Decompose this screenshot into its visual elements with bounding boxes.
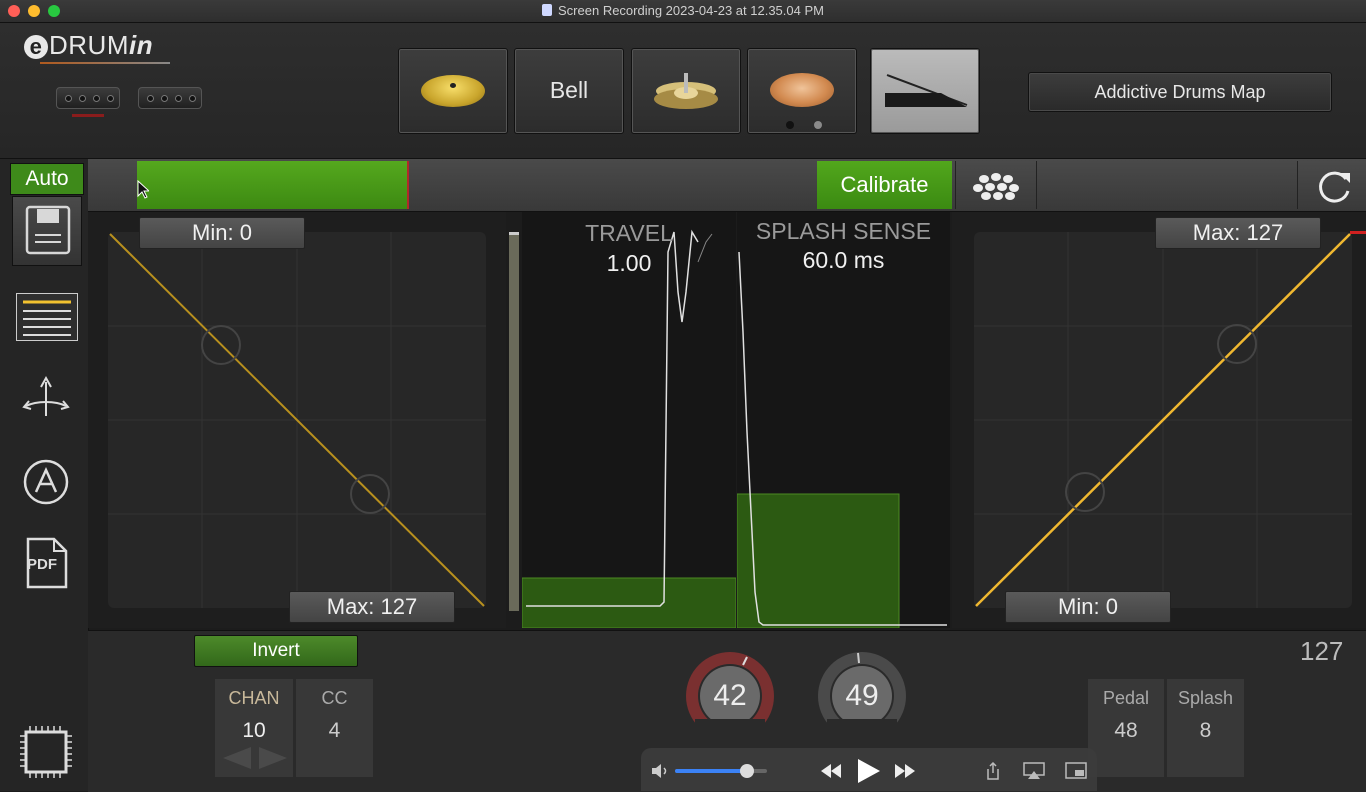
knob-right-value: 49 [845,679,879,712]
knob-left-value: 42 [713,679,747,712]
reset-button[interactable] [1297,161,1366,209]
drum-map-button[interactable]: Addictive Drums Map [1028,72,1332,112]
left-min-label[interactable]: Min: 0 [139,217,305,249]
chan-label: CHAN [228,688,280,708]
travel-panel[interactable]: TRAVEL 1.00 [522,212,736,628]
travel-value: 1.00 [606,250,652,276]
playback-controls [641,748,1097,791]
velocity-readout: 127 [1300,636,1344,666]
cc-param[interactable]: CC 4 [296,679,373,777]
pedal-value: 48 [1114,719,1138,742]
travel-title: TRAVEL [585,220,673,246]
chan-param[interactable]: CHAN 10 [215,679,293,777]
edrumin-logo: e DRUMin [24,30,153,61]
left-max-label[interactable]: Max: 127 [289,591,455,623]
logo-underline [40,62,170,64]
input-level-meter [137,161,409,209]
ride-cymbal-icon [421,75,485,107]
volume-icon [652,764,667,778]
splash-title: SPLASH SENSE [755,218,932,244]
volume-slider[interactable] [675,764,767,778]
play-button[interactable] [855,757,881,785]
device-button[interactable] [18,724,74,780]
pedal-param[interactable]: Pedal 48 [1088,679,1164,777]
rewind-button[interactable] [819,762,843,780]
list-button[interactable] [16,293,78,341]
level-threshold-marker[interactable] [407,161,409,209]
page-dot-active[interactable] [786,121,794,129]
list-icon [23,300,71,336]
jack-active-indicator [72,114,104,117]
arrows-split-icon [22,375,70,416]
cc-value: 4 [328,719,341,742]
input-jack-2[interactable] [138,87,202,109]
document-icon [542,4,553,16]
knob-right[interactable]: 49 [815,649,909,743]
splash-value: 60.0 ms [802,247,885,273]
dots-cluster-icon [973,173,1019,200]
pad-ride-button[interactable] [398,48,508,134]
airplay-button[interactable] [1023,762,1045,780]
volume-slider-fill [675,769,747,773]
input-jack-1[interactable] [56,87,120,109]
page-dot[interactable] [814,121,822,129]
chan-prev-icon [223,747,251,769]
curve-handle [1217,324,1257,364]
knob-left[interactable]: 42 [683,649,777,743]
auto-a-icon [23,459,69,505]
chip-icon [20,726,72,778]
calibrate-button[interactable]: Calibrate [817,161,952,209]
share-button[interactable] [984,761,1002,781]
hihat-stack-icon [654,73,718,109]
splash-level-bar [737,493,900,628]
right-max-label[interactable]: Max: 127 [1155,217,1321,249]
window-titlebar: Screen Recording 2023-04-23 at 12.35.04 … [0,0,1366,23]
chan-next-icon [259,747,287,769]
save-button[interactable] [12,196,82,266]
curve-graph-left[interactable] [108,232,486,608]
refresh-icon [1319,171,1350,203]
pdf-label: PDF [27,556,57,573]
vertical-slider[interactable] [509,232,519,611]
window-title: Screen Recording 2023-04-23 at 12.35.04 … [0,3,1366,18]
pedal-icon [885,74,968,107]
pad-zones-button[interactable] [955,161,1037,209]
pad-splash-button[interactable] [747,48,857,134]
cc-label: CC [321,688,348,708]
invert-button[interactable]: Invert [194,635,358,667]
pedal-label: Pedal [1102,688,1150,708]
travel-level-bar [522,577,736,628]
save-icon [25,205,71,255]
right-min-label[interactable]: Min: 0 [1005,591,1171,623]
pdf-manual-button[interactable]: PDF [22,535,70,591]
auto-mode-button[interactable] [22,458,70,506]
auto-button[interactable]: Auto [10,163,84,195]
volume-slider-thumb[interactable] [740,764,754,778]
curve-graph-right[interactable] [974,232,1352,608]
splash-label: Splash [1177,688,1234,708]
curve-handle [1065,472,1105,512]
routing-button[interactable] [16,372,76,426]
mouse-cursor-icon [137,180,149,199]
splash-cymbal-icon [770,73,834,107]
splash-sense-panel[interactable]: SPLASH SENSE 60.0 ms [737,212,950,628]
splash-value-param: 8 [1199,719,1212,742]
fast-forward-button[interactable] [893,762,917,780]
picture-in-picture-button[interactable] [1065,762,1087,780]
pad-bell-button[interactable]: Bell [514,48,624,134]
chan-value: 10 [242,719,266,742]
clip-indicator [1350,231,1366,234]
pad-pedal-button[interactable] [870,48,980,134]
splash-param[interactable]: Splash 8 [1167,679,1244,777]
pad-hihat-button[interactable] [631,48,741,134]
